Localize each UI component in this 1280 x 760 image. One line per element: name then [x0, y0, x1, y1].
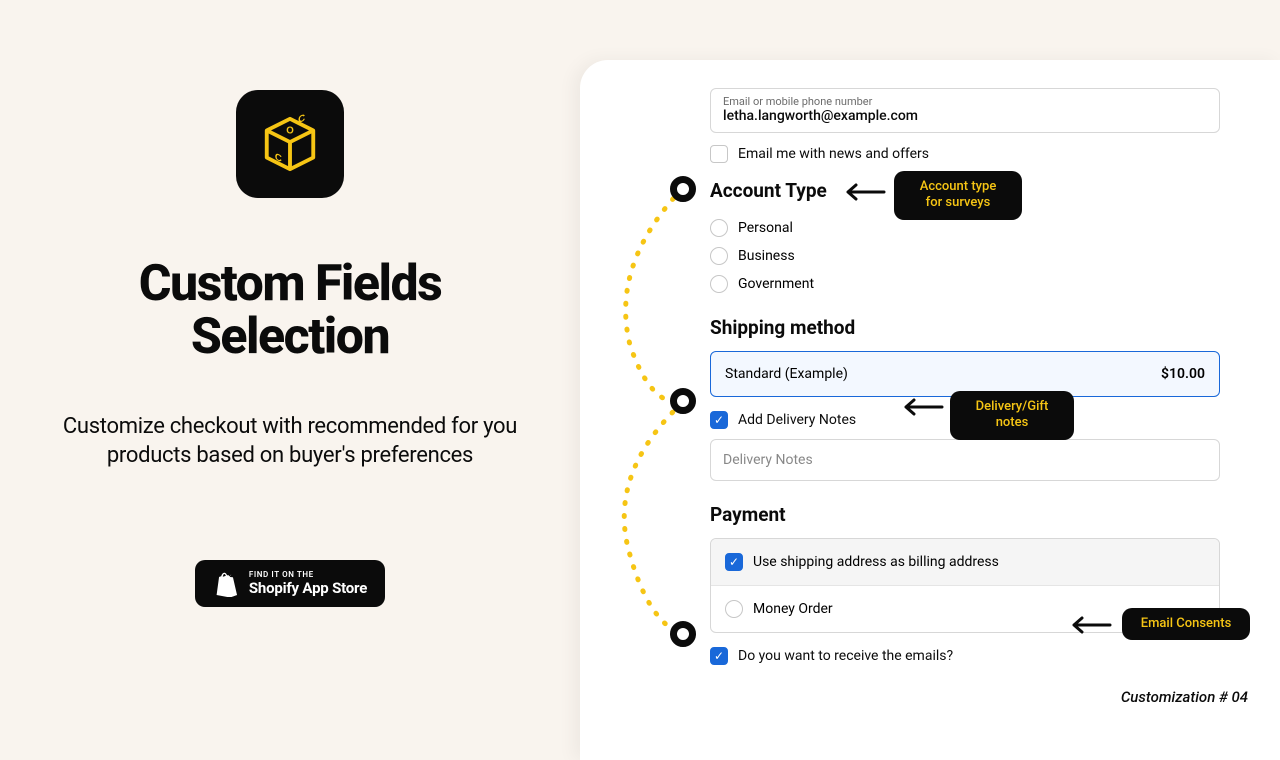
shopify-app-store-badge[interactable]: FIND IT ON THE Shopify App Store: [195, 560, 385, 607]
email-field[interactable]: Email or mobile phone number letha.langw…: [710, 88, 1220, 133]
radio-label: Business: [738, 248, 795, 264]
arrow-icon: [838, 180, 886, 204]
app-logo: O C C: [236, 90, 344, 198]
add-notes-label: Add Delivery Notes: [738, 412, 856, 428]
callout-marker: [670, 388, 696, 414]
callout-marker: [670, 621, 696, 647]
page-subtitle: Customize checkout with recommended for …: [60, 413, 520, 470]
email-consent-label: Do you want to receive the emails?: [738, 648, 953, 664]
badge-bottom-text: Shopify App Store: [249, 579, 367, 597]
shopify-bag-icon: [213, 571, 237, 597]
shipping-price: $10.00: [1161, 366, 1205, 382]
radio-icon: [710, 247, 728, 265]
callout-marker: [670, 176, 696, 202]
radio-label: Government: [738, 276, 814, 292]
shipping-name: Standard (Example): [725, 366, 848, 382]
page-title: Custom Fields Selection: [60, 258, 520, 363]
callout-email-consents: Email Consents: [1122, 608, 1250, 640]
money-order-label: Money Order: [753, 601, 833, 617]
radio-label: Personal: [738, 220, 793, 236]
shipping-heading: Shipping method: [710, 316, 1220, 339]
email-label: Email or mobile phone number: [723, 95, 1207, 108]
email-consent-row[interactable]: ✓ Do you want to receive the emails?: [710, 647, 1220, 665]
radio-government[interactable]: Government: [710, 270, 1220, 298]
callout-account-type: Account type for surveys: [894, 171, 1022, 220]
arrow-icon: [1064, 613, 1112, 637]
news-label: Email me with news and offers: [738, 146, 929, 162]
checkbox-checked-icon: ✓: [725, 553, 743, 571]
checkbox-checked-icon: ✓: [710, 647, 728, 665]
customization-number: Customization # 04: [1121, 688, 1248, 706]
notes-placeholder: Delivery Notes: [723, 452, 813, 468]
svg-text:O: O: [286, 125, 294, 136]
radio-icon: [725, 600, 743, 618]
checkbox-checked-icon: ✓: [710, 411, 728, 429]
billing-same-label: Use shipping address as billing address: [753, 554, 999, 570]
arrow-icon: [896, 395, 944, 419]
email-value: letha.langworth@example.com: [723, 108, 1207, 124]
billing-same-row[interactable]: ✓ Use shipping address as billing addres…: [711, 539, 1219, 585]
radio-icon: [710, 219, 728, 237]
cube-icon: O C C: [259, 113, 321, 175]
callout-delivery-notes: Delivery/Gift notes: [950, 391, 1074, 440]
radio-icon: [710, 275, 728, 293]
radio-business[interactable]: Business: [710, 242, 1220, 270]
badge-top-text: FIND IT ON THE: [249, 570, 314, 579]
delivery-notes-input[interactable]: Delivery Notes: [710, 439, 1220, 481]
payment-heading: Payment: [710, 503, 1220, 526]
news-checkbox-row[interactable]: Email me with news and offers: [710, 145, 1220, 163]
left-panel: O C C Custom Fields Selection Customize …: [0, 0, 580, 720]
checkbox-icon: [710, 145, 728, 163]
